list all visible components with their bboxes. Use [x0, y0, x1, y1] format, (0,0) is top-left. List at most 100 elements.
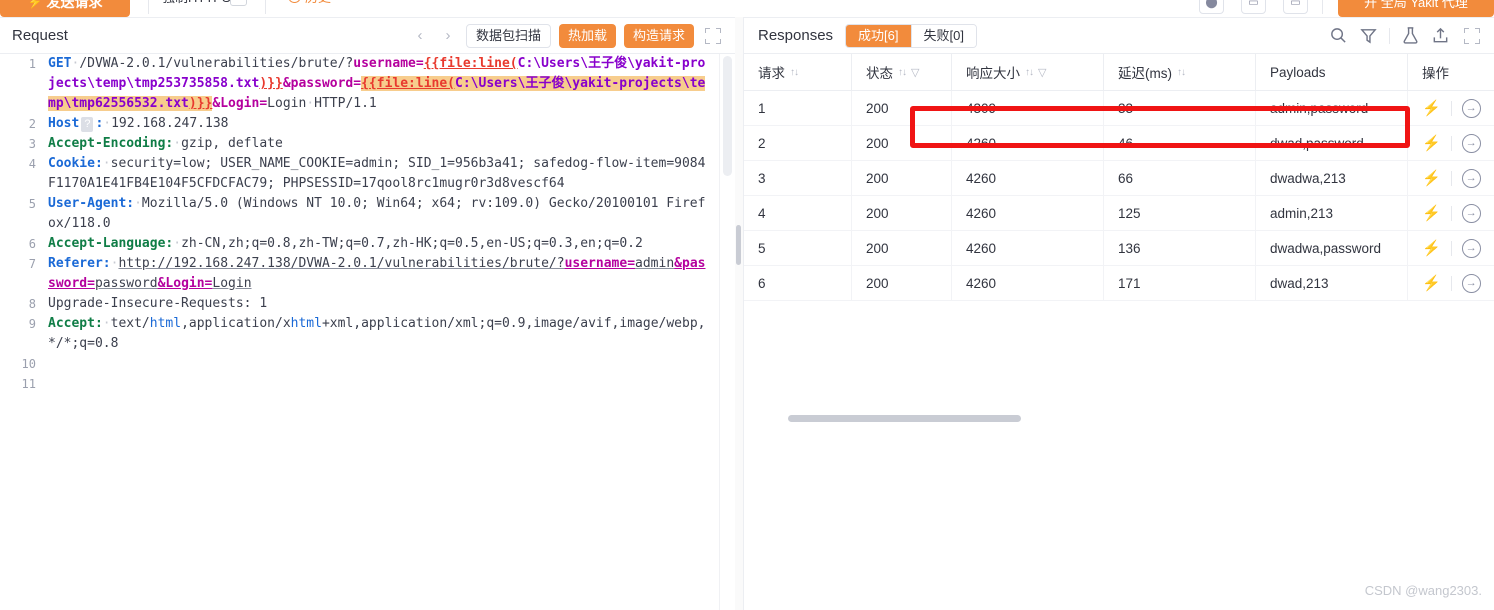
- filter-icon[interactable]: ▽: [911, 66, 919, 79]
- tab-failed[interactable]: 失败[0]: [910, 24, 976, 47]
- cell-payloads: admin,213: [1256, 196, 1408, 230]
- sort-icon[interactable]: ↑↓: [1025, 67, 1034, 78]
- packet-scan-button[interactable]: 数据包扫描: [465, 23, 551, 48]
- send-request-button[interactable]: ⚡ 发送请求: [0, 0, 130, 17]
- global-proxy-button[interactable]: 开 全局 Yakit 代理: [1338, 0, 1494, 17]
- filter-icon[interactable]: ▽: [1038, 66, 1046, 79]
- force-https-label: 强制HTTPS: [162, 0, 231, 6]
- referer-value-username: admin: [635, 256, 675, 271]
- send-request-label: 发送请求: [46, 0, 103, 10]
- cell-status: 200: [852, 161, 952, 195]
- splitter-grip[interactable]: [736, 225, 741, 265]
- column-header-status[interactable]: 状态 ↑↓ ▽: [852, 54, 952, 90]
- bug-icon-button[interactable]: ⬤: [1199, 0, 1224, 14]
- code-line: 1 GET · /DVWA-2.0.1/vulnerabilities/brute/…: [0, 54, 719, 114]
- fuzz-tag-close-2: )}}: [188, 96, 213, 111]
- code-line: 10: [0, 354, 719, 374]
- tab-success[interactable]: 成功[6]: [846, 24, 911, 47]
- line-number: 5: [28, 197, 36, 211]
- code-content: [48, 374, 719, 394]
- action-divider: [1450, 240, 1452, 256]
- hot-reload-button[interactable]: 热加载: [558, 23, 616, 48]
- cell-latency: 136: [1104, 231, 1256, 265]
- toolbar-divider: [1389, 27, 1390, 44]
- column-header-latency[interactable]: 延迟(ms) ↑↓: [1104, 54, 1256, 90]
- sort-icon[interactable]: ↑↓: [898, 67, 907, 78]
- column-header-response-size[interactable]: 响应大小 ↑↓ ▽: [952, 54, 1104, 90]
- sort-icon[interactable]: ↑↓: [1177, 67, 1186, 78]
- line-number: 7: [28, 257, 36, 271]
- table-row[interactable]: 3 200 4260 66 dwadwa,213 ⚡ →: [744, 161, 1494, 196]
- equals-sign: =: [259, 96, 268, 111]
- header-key-user-agent: User-Agent:: [48, 196, 135, 211]
- run-bolt-icon[interactable]: ⚡: [1422, 204, 1441, 222]
- history-label: 历史: [305, 0, 331, 6]
- request-editor[interactable]: 1 GET · /DVWA-2.0.1/vulnerabilities/brute/…: [0, 54, 719, 610]
- flask-icon[interactable]: [1401, 26, 1420, 45]
- cell-response-size: 4309: [952, 91, 1104, 125]
- line-number: 4: [28, 157, 36, 171]
- code-content: Accept:·text/html,application/xhtml+xml,…: [48, 314, 719, 354]
- proxy-label: 开 全局 Yakit 代理: [1364, 0, 1468, 10]
- sort-icon[interactable]: ↑↓: [790, 67, 799, 78]
- table-row[interactable]: 6 200 4260 171 dwad,213 ⚡ →: [744, 266, 1494, 301]
- table-horizontal-scrollbar[interactable]: [788, 415, 1021, 422]
- column-header-payloads[interactable]: Payloads: [1256, 54, 1408, 90]
- send-to-icon[interactable]: →: [1461, 133, 1481, 153]
- column-label: 状态: [866, 66, 893, 81]
- run-bolt-icon[interactable]: ⚡: [1422, 274, 1441, 292]
- history-button[interactable]: 历史: [288, 0, 331, 6]
- export-icon[interactable]: [1431, 26, 1450, 45]
- yakit-fuzzer-window: ⚡ 发送请求 强制HTTPS 历史 ⬤ ▭ ▭ 开 全局 Yakit 代理 Re…: [0, 0, 1494, 610]
- pane-splitter[interactable]: [735, 17, 743, 610]
- filter-icon[interactable]: [1359, 26, 1378, 45]
- request-pane: Request ‹ › 数据包扫描 热加载 构造请求 1 GET · /DVWA-2…: [0, 17, 735, 610]
- force-https-checkbox[interactable]: [230, 0, 247, 6]
- cell-response-size: 4260: [952, 126, 1104, 160]
- send-to-icon[interactable]: →: [1461, 98, 1481, 118]
- run-bolt-icon[interactable]: ⚡: [1422, 134, 1441, 152]
- fuzz-tag-open-2: {{file:line(: [361, 76, 456, 91]
- run-bolt-icon[interactable]: ⚡: [1422, 169, 1441, 187]
- table-row[interactable]: 2 200 4260 46 dwad,password ⚡ →: [744, 126, 1494, 161]
- code-line: 9 Accept:·text/html,application/xhtml+xm…: [0, 314, 719, 354]
- next-request-button[interactable]: ›: [438, 24, 458, 48]
- scrollbar-thumb[interactable]: [723, 56, 732, 176]
- send-to-icon[interactable]: →: [1461, 273, 1481, 293]
- code-line: 5 User-Agent:·Mozilla/5.0 (Windows NT 10…: [0, 194, 719, 234]
- code-line: 6 Accept-Language:·zh-CN,zh;q=0.8,zh-TW;…: [0, 234, 719, 254]
- responses-table: 请求 ↑↓ 状态 ↑↓ ▽ 响应大小 ↑↓ ▽ 延迟(ms) ↑↓ Payloa…: [744, 54, 1494, 422]
- accept-part-a: text/: [110, 316, 150, 331]
- search-icon[interactable]: [1329, 26, 1348, 45]
- window-icon-button-2[interactable]: ▭: [1283, 0, 1308, 14]
- run-bolt-icon[interactable]: ⚡: [1422, 99, 1441, 117]
- send-to-icon[interactable]: →: [1461, 203, 1481, 223]
- action-divider: [1450, 205, 1452, 221]
- window-icon: ▭: [1290, 0, 1301, 8]
- cell-response-size: 4260: [952, 266, 1104, 300]
- window-icon: ▭: [1248, 0, 1259, 8]
- window-icon-button-1[interactable]: ▭: [1241, 0, 1266, 14]
- expand-icon[interactable]: [705, 27, 721, 44]
- table-row[interactable]: 5 200 4260 136 dwadwa,password ⚡ →: [744, 231, 1494, 266]
- http-path: /DVWA-2.0.1/vulnerabilities/brute/?: [79, 56, 354, 71]
- editor-vertical-scrollbar[interactable]: [719, 54, 735, 610]
- code-content: Cookie:·security=low; USER_NAME_COOKIE=a…: [48, 154, 719, 194]
- table-row[interactable]: 4 200 4260 125 admin,213 ⚡ →: [744, 196, 1494, 231]
- line-number: 9: [28, 317, 36, 331]
- table-row[interactable]: 1 200 4309 33 admin,password ⚡ →: [744, 91, 1494, 126]
- column-header-request[interactable]: 请求 ↑↓: [744, 54, 852, 90]
- space-dot: ·: [102, 156, 111, 171]
- send-to-icon[interactable]: →: [1461, 238, 1481, 258]
- build-request-button[interactable]: 构造请求: [623, 23, 694, 48]
- run-bolt-icon[interactable]: ⚡: [1422, 239, 1441, 257]
- send-to-icon[interactable]: →: [1461, 168, 1481, 188]
- referer-url[interactable]: http://192.168.247.138/DVWA-2.0.1/vulner…: [118, 256, 564, 271]
- column-header-actions: 操作: [1408, 54, 1494, 90]
- cell-actions: ⚡ →: [1408, 266, 1494, 300]
- cell-actions: ⚡ →: [1408, 231, 1494, 265]
- prev-request-button[interactable]: ‹: [410, 24, 430, 48]
- request-title: Request: [12, 27, 68, 44]
- expand-icon[interactable]: [1464, 27, 1480, 44]
- question-badge-icon[interactable]: ?: [81, 117, 94, 132]
